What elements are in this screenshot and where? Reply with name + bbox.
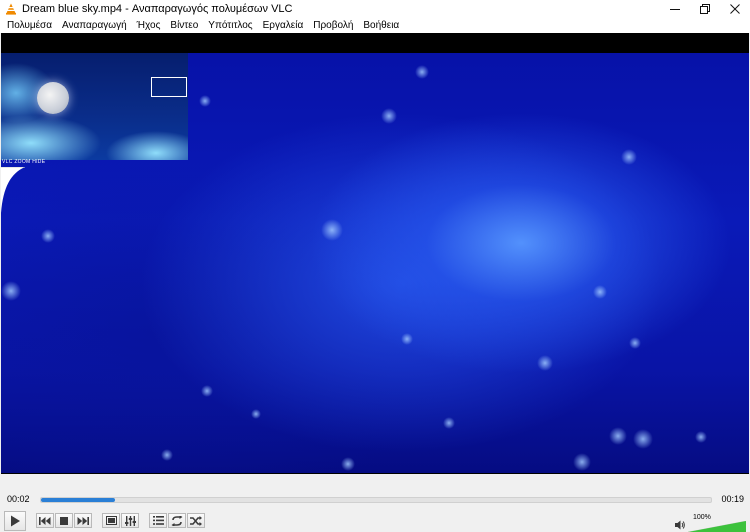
menu-help[interactable]: Βοήθεια [359, 18, 403, 33]
video-area[interactable]: VLC ZOOM HIDE [1, 33, 749, 474]
close-icon [730, 4, 740, 14]
moon-image [37, 82, 69, 114]
window-controls [660, 0, 750, 18]
bokeh-light [593, 285, 607, 299]
bokeh-light [381, 108, 397, 124]
bokeh-light [537, 355, 553, 371]
shuffle-button[interactable] [187, 513, 205, 528]
minimize-icon [670, 9, 680, 10]
next-icon [77, 516, 89, 525]
bokeh-light [695, 431, 707, 443]
fullscreen-icon [105, 516, 117, 525]
bokeh-light [621, 149, 637, 165]
playlist-button[interactable] [149, 513, 167, 528]
window-title: Dream blue sky.mp4 - Αναπαραγωγός πολυμέ… [22, 3, 293, 15]
menu-playback[interactable]: Αναπαραγωγή [58, 18, 131, 33]
play-icon [11, 515, 20, 527]
bokeh-light [609, 427, 627, 445]
prev-icon [39, 516, 51, 525]
zoom-selection-rect[interactable] [151, 77, 187, 97]
previous-button[interactable] [36, 513, 54, 528]
bokeh-light [161, 449, 173, 461]
volume-slider[interactable] [688, 521, 746, 532]
seek-row: 00:02 00:19 [0, 493, 750, 507]
seek-progress [41, 498, 115, 502]
vlc-cone-icon [5, 3, 17, 15]
menu-subtitle[interactable]: Υπότιτλος [204, 18, 256, 33]
play-button[interactable] [4, 511, 26, 531]
bokeh-light [199, 95, 211, 107]
title-bar: Dream blue sky.mp4 - Αναπαραγωγός πολυμέ… [0, 0, 750, 18]
minimize-button[interactable] [660, 0, 690, 18]
zoom-hide-label[interactable]: VLC ZOOM HIDE [2, 159, 45, 166]
seek-bar[interactable] [40, 497, 712, 503]
stop-icon [60, 516, 68, 525]
extended-settings-icon [124, 515, 136, 526]
menu-view[interactable]: Προβολή [309, 18, 357, 33]
total-time: 00:19 [721, 494, 744, 504]
volume-percent: 100% [693, 514, 711, 521]
next-button[interactable] [74, 513, 92, 528]
loop-icon [171, 515, 183, 526]
bokeh-light [251, 409, 261, 419]
bokeh-light [415, 65, 429, 79]
restore-icon [700, 4, 710, 14]
close-button[interactable] [720, 0, 750, 18]
loop-button[interactable] [168, 513, 186, 528]
speaker-icon[interactable] [675, 520, 685, 530]
bokeh-light [201, 385, 213, 397]
fullscreen-button[interactable] [102, 513, 120, 528]
bokeh-light [629, 337, 641, 349]
bokeh-light [41, 229, 55, 243]
playlist-icon [152, 516, 164, 525]
bokeh-light [1, 281, 21, 301]
bokeh-light [573, 453, 591, 471]
menu-media[interactable]: Πολυμέσα [3, 18, 56, 33]
elapsed-time: 00:02 [7, 494, 30, 504]
extended-settings-button[interactable] [121, 513, 139, 528]
zoom-corner-shape [1, 167, 25, 213]
bokeh-light [633, 429, 653, 449]
zoom-thumbnail[interactable] [1, 53, 188, 160]
menu-video[interactable]: Βίντεο [166, 18, 202, 33]
menu-tools[interactable]: Εργαλεία [259, 18, 308, 33]
bokeh-light [341, 457, 355, 471]
shuffle-icon [190, 515, 202, 526]
menu-bar: Πολυμέσα Αναπαραγωγή Ήχος Βίντεο Υπότιτλ… [0, 18, 750, 33]
bokeh-light [401, 333, 413, 345]
menu-audio[interactable]: Ήχος [133, 18, 165, 33]
bokeh-light [443, 417, 455, 429]
playback-controls: 100% [0, 509, 750, 532]
restore-button[interactable] [690, 0, 720, 18]
stop-button[interactable] [55, 513, 73, 528]
bokeh-light [321, 219, 343, 241]
